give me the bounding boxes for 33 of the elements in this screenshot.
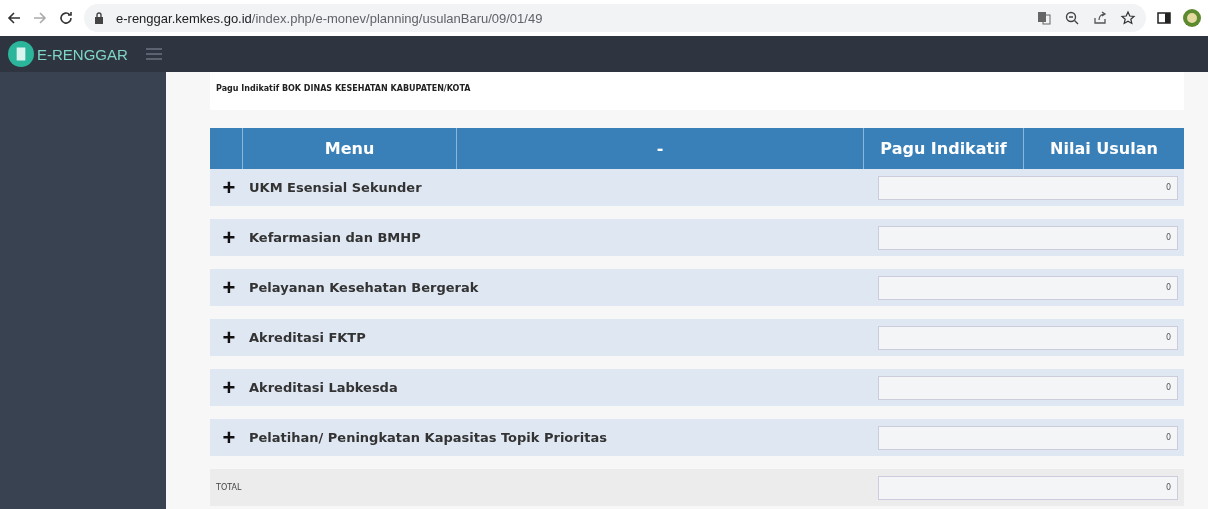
row-label: Kefarmasian dan BMHP bbox=[249, 230, 421, 245]
expand-button[interactable]: + bbox=[216, 326, 242, 349]
star-icon[interactable] bbox=[1120, 10, 1136, 26]
expand-button[interactable]: + bbox=[216, 426, 242, 449]
row-label: UKM Esensial Sekunder bbox=[249, 180, 422, 195]
value-field: 0 bbox=[878, 425, 1178, 450]
address-bar[interactable]: e-renggar.kemkes.go.id/index.php/e-monev/planning/usulanBaru/09/01/49 bbox=[84, 4, 1146, 32]
reload-icon[interactable] bbox=[58, 10, 74, 26]
total-label: TOTAL bbox=[216, 483, 242, 492]
expand-button[interactable]: + bbox=[216, 276, 242, 299]
side-panel-icon[interactable] bbox=[1156, 10, 1172, 26]
expand-button[interactable]: + bbox=[216, 226, 242, 249]
value-field: 0 bbox=[878, 325, 1178, 350]
expand-button[interactable]: + bbox=[216, 376, 242, 399]
page-title: Pagu Indikatif BOK DINAS KESEHATAN KABUPATEN/KOTA bbox=[216, 84, 471, 93]
lock-icon bbox=[94, 12, 104, 24]
share-icon[interactable] bbox=[1092, 10, 1108, 26]
value-field: 0 bbox=[878, 175, 1178, 200]
translate-icon[interactable] bbox=[1036, 10, 1052, 26]
value-field: 0 bbox=[878, 375, 1178, 400]
value-field: 0 bbox=[878, 275, 1178, 300]
profile-avatar[interactable] bbox=[1182, 8, 1202, 28]
app-logo-text: E-RENGGAR bbox=[37, 45, 128, 63]
row-label: Pelatihan/ Peningkatan Kapasitas Topik Prioritas bbox=[249, 430, 607, 445]
zoom-out-icon[interactable] bbox=[1064, 10, 1080, 26]
row-label: Akreditasi FKTP bbox=[249, 330, 366, 345]
back-icon[interactable] bbox=[6, 10, 22, 26]
row-label: Akreditasi Labkesda bbox=[249, 380, 398, 395]
total-field: 0 bbox=[878, 475, 1178, 500]
row-label: Pelayanan Kesehatan Bergerak bbox=[249, 280, 479, 295]
expand-button[interactable]: + bbox=[216, 176, 242, 199]
logo-icon bbox=[8, 41, 34, 67]
value-field: 0 bbox=[878, 225, 1178, 250]
